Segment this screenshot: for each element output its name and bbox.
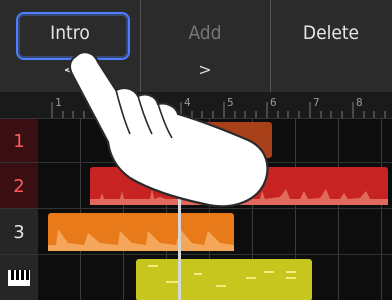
- track-keyboard-region[interactable]: [136, 259, 312, 300]
- ruler-mark-7: 7: [313, 96, 320, 109]
- track-3-waveform: [48, 229, 234, 251]
- timeline-screen: Intro < Add > Delete 1 2 3: [0, 0, 392, 300]
- tab-delete-label: Delete: [302, 22, 360, 44]
- track-keyboard-notes: [148, 265, 296, 287]
- keyboard-icon[interactable]: [0, 255, 38, 300]
- track-2-label[interactable]: 2: [0, 163, 38, 209]
- track-keyboard[interactable]: [0, 254, 392, 300]
- tab-add-label: Add: [188, 22, 222, 44]
- track-3[interactable]: 3: [0, 208, 392, 255]
- track-3-region[interactable]: [48, 213, 234, 251]
- ruler-mark-8: 8: [356, 96, 363, 109]
- pointing-hand-icon: [68, 51, 269, 208]
- track-3-label[interactable]: 3: [0, 209, 38, 255]
- track-1-label[interactable]: 1: [0, 119, 38, 163]
- keyboard-icon-graphic: [8, 270, 30, 286]
